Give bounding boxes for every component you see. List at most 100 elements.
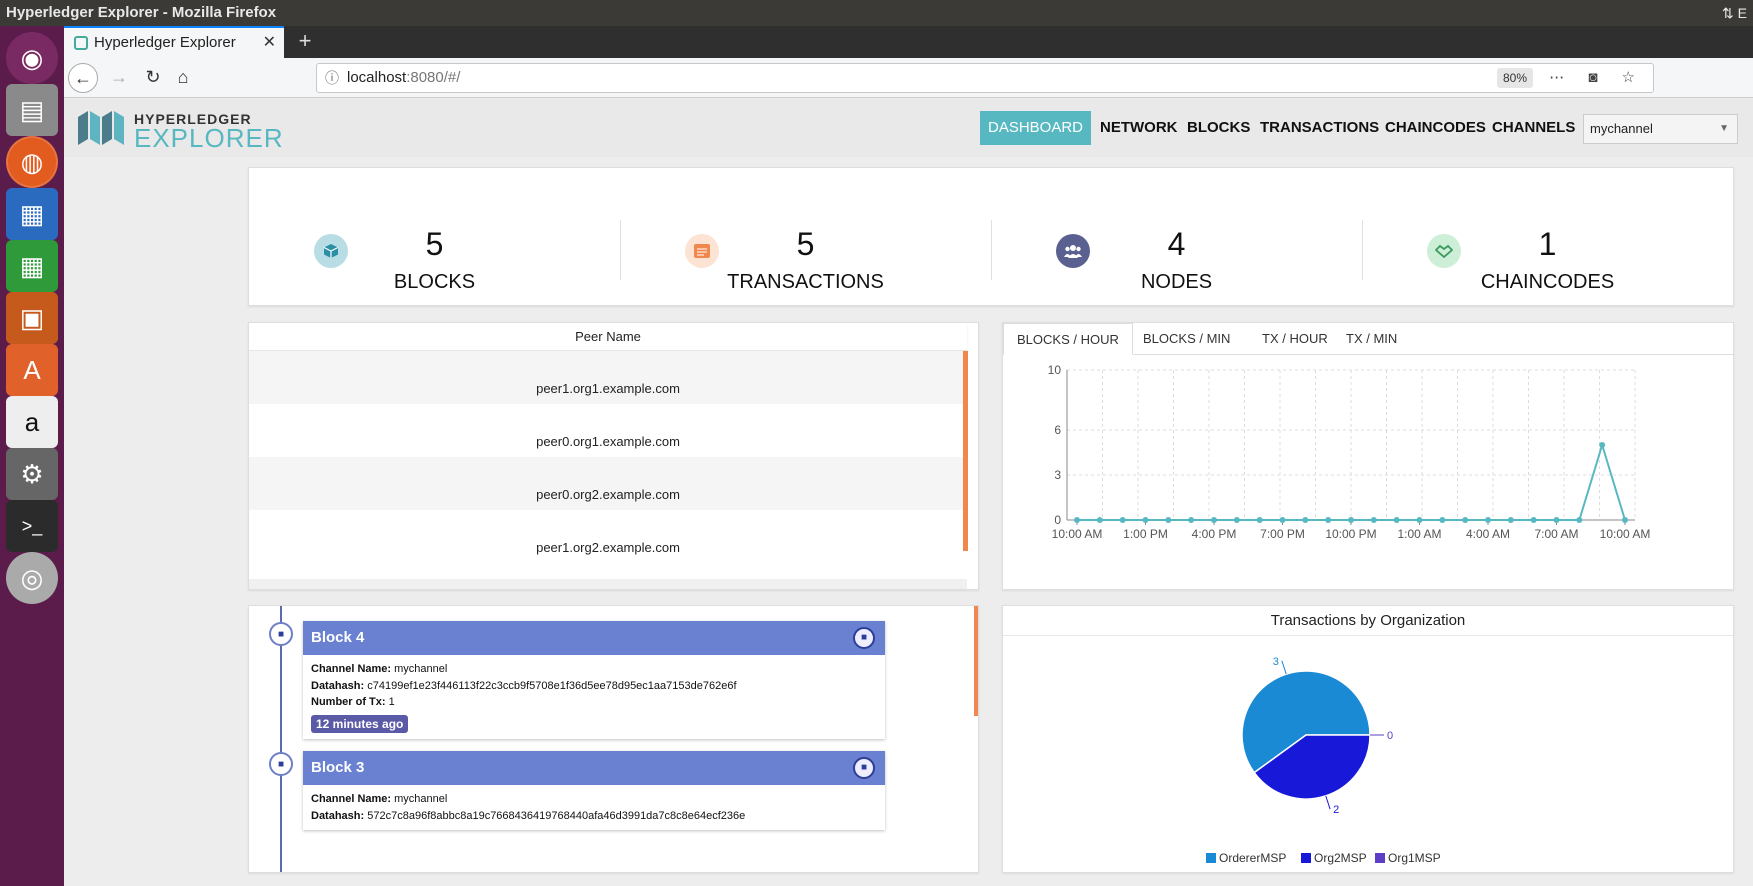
data-point [1348,517,1354,523]
block-channel-row: Channel Name: mychannel [311,793,448,805]
block-card[interactable]: Block 4 ■ Channel Name: mychannel Dataha… [303,621,885,739]
data-point [1211,517,1217,523]
url-bar[interactable]: ⓘ localhost:8080/#/ 80% ⋯ ◙ ☆ [316,63,1654,93]
data-point [1576,517,1583,523]
table-row[interactable]: peer1.org1.example.com [249,351,967,404]
new-tab-button[interactable]: + [290,26,320,58]
forward-button[interactable]: → [104,63,134,93]
stat-transactions[interactable]: 5 TRANSACTIONS [620,168,991,307]
scrollbar[interactable] [963,351,968,551]
cube-icon: ■ [269,622,293,646]
data-point [1119,517,1126,523]
hyperledger-logo[interactable]: HYPERLEDGER EXPLORER [78,109,283,153]
cube-icon[interactable]: ■ [853,757,875,779]
stat-blocks[interactable]: 5 BLOCKS [249,168,620,307]
calc-icon[interactable]: ▦ [6,240,58,292]
data-point [1507,517,1514,523]
table-footer [249,579,967,589]
peer-name-header[interactable]: Peer Name [249,323,967,351]
y-tick-label: 0 [1054,513,1061,527]
logo-mark-icon [78,111,124,145]
table-row[interactable]: peer0.org1.example.com [249,404,967,457]
stat-value: 5 [425,226,444,262]
nav-network[interactable]: NETWORK [1092,111,1186,145]
zoom-indicator[interactable]: 80% [1496,68,1533,88]
reload-button[interactable]: ↻ [138,63,168,93]
url-path: :8080/#/ [406,69,461,86]
data-point [1096,517,1103,523]
x-tick-label: 1:00 AM [1397,527,1441,541]
logo-text-bottom: EXPLORER [134,123,284,153]
slice-label-line [1325,795,1331,810]
x-tick-label: 10:00 AM [1600,527,1651,541]
data-point [1462,517,1469,523]
dvd-icon[interactable]: ◎ [6,552,58,604]
slice-label-line [1281,660,1287,675]
x-tick-label: 10:00 PM [1325,527,1376,541]
blocks-timeline: ■ Block 4 ■ Channel Name: mychannel Data… [248,605,979,873]
org-transactions-card: Transactions by Organization 3 2 0 OrdererM… [1002,605,1734,873]
data-point [1599,442,1606,448]
data-point [1485,517,1491,523]
browser-tab[interactable]: Hyperledger Explorer ✕ [64,26,284,58]
stat-nodes[interactable]: 4 NODES [991,168,1362,307]
slice-value-label: 0 [1387,730,1393,742]
window-title-bar: Hyperledger Explorer - Mozilla Firefox ⇅… [0,0,1753,26]
legend-swatch [1375,853,1385,863]
nav-chaincodes[interactable]: CHAINCODES [1377,111,1494,145]
block-card[interactable]: Block 3 ■ Channel Name: mychannel Dataha… [303,751,885,830]
block-header: Block 4 ■ [303,621,885,655]
table-row[interactable]: peer1.org2.example.com [249,510,967,563]
amazon-icon[interactable]: a [6,396,58,448]
files-icon[interactable]: ▤ [6,84,58,136]
tab-tx-min[interactable]: TX / MIN [1333,323,1410,355]
system-tray[interactable]: ⇅ E [1722,0,1747,26]
slice-value-label: 2 [1333,804,1339,816]
firefox-icon[interactable]: ◍ [6,136,58,188]
stat-chaincodes[interactable]: 1 CHAINCODES [1362,168,1733,307]
tab-blocks-min[interactable]: BLOCKS / MIN [1130,323,1243,355]
nav-blocks[interactable]: BLOCKS [1179,111,1258,145]
data-point [1530,517,1537,523]
stat-label: BLOCKS [393,271,476,293]
home-button[interactable]: ⌂ [168,63,198,93]
impress-icon[interactable]: ▣ [6,292,58,344]
tab-blocks-hour[interactable]: BLOCKS / HOUR [1003,323,1133,355]
data-point [1622,517,1628,523]
page-actions-icon[interactable]: ⋯ ◙ ☆ [1549,64,1645,92]
tab-title: Hyperledger Explorer [94,34,236,51]
settings-icon[interactable]: ⚙ [6,448,58,500]
legend-label: Org2MSP [1314,851,1367,865]
y-tick-label: 10 [1048,363,1062,377]
channel-select[interactable]: mychannel ▼ [1583,114,1738,144]
y-tick-label: 6 [1054,423,1061,437]
data-point [1553,517,1560,523]
x-tick-label: 10:00 AM [1052,527,1103,541]
blocks-per-hour-chart: 0 3 6 10 10:00 AM 1:00 PM 4:00 PM 7:00 PM 10:00 … [1048,363,1651,541]
close-tab-icon[interactable]: ✕ [263,28,276,58]
software-center-icon[interactable]: A [6,344,58,396]
writer-icon[interactable]: ▦ [6,188,58,240]
terminal-icon[interactable]: >_ [6,500,58,552]
url-host: localhost [347,69,407,86]
nav-channels[interactable]: CHANNELS [1484,111,1583,145]
block-title: Block 4 [311,629,365,646]
block-datahash-row: Datahash: c74199ef1e23f446113f22c3ccb9f5… [311,679,737,692]
site-info-icon[interactable]: ⓘ [325,64,339,92]
data-point [1325,517,1332,523]
tab-tx-hour[interactable]: TX / HOUR [1249,323,1341,355]
block-datahash-row: Datahash: 572c7c8a96f8abbc8a19c766843641… [311,809,746,822]
data-point [1142,517,1149,523]
stat-value: 4 [1167,226,1186,262]
ubuntu-dash-icon[interactable]: ◉ [6,32,58,84]
table-row[interactable]: peer0.org2.example.com [249,457,967,510]
block-datahash: c74199ef1e23f446113f22c3ccb9f5708e1f36d5… [367,679,737,692]
nav-dashboard[interactable]: DASHBOARD [980,111,1092,145]
scrollbar[interactable] [974,606,978,716]
x-tick-label: 4:00 AM [1466,527,1510,541]
legend-swatch [1206,853,1216,863]
cube-icon[interactable]: ■ [853,627,875,649]
back-button[interactable]: ← [68,63,98,93]
stat-value: 5 [796,226,815,262]
nav-transactions[interactable]: TRANSACTIONS [1252,111,1387,145]
